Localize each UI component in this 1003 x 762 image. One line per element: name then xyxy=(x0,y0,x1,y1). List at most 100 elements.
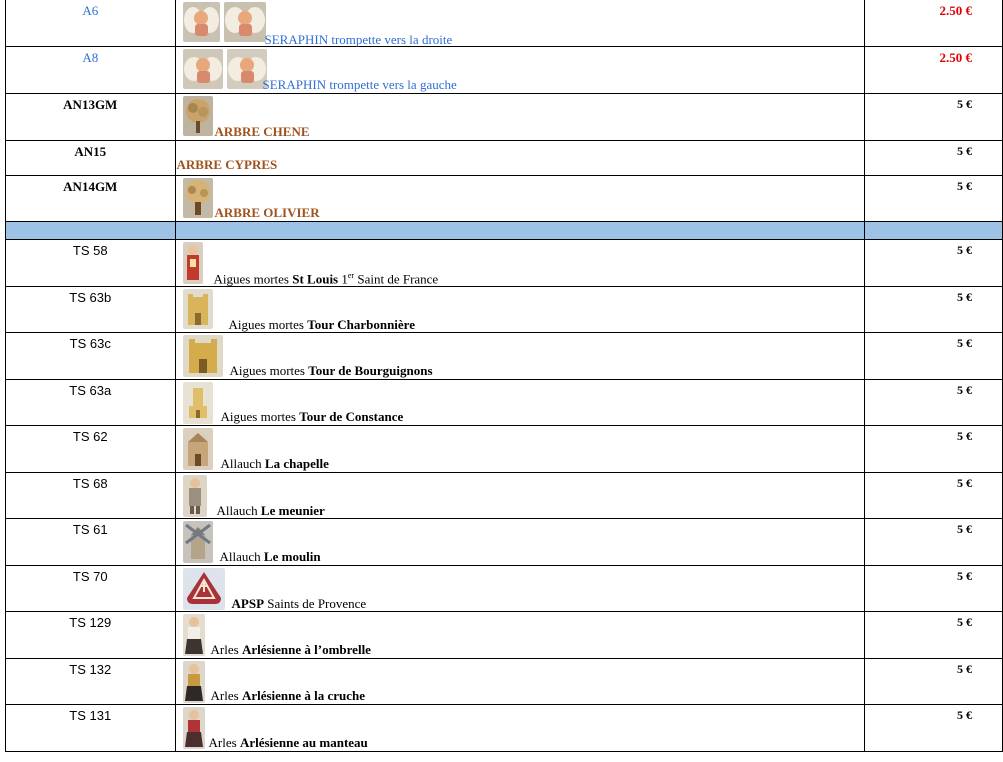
angel-thumbnail xyxy=(182,49,223,89)
product-thumbnails xyxy=(182,96,213,136)
product-thumbnails xyxy=(182,2,266,42)
product-title: Tour de Constance xyxy=(299,409,404,424)
product-place: APSP xyxy=(231,596,265,611)
separator-cell xyxy=(174,221,865,240)
product-place: Aigues mortes xyxy=(228,317,308,332)
product-name: Arles Arlésienne à la cruche xyxy=(211,688,366,704)
product-code: AN14GM xyxy=(5,175,176,222)
table-row: AN13GM ARBRE CHENE 5 € xyxy=(5,93,1003,141)
product-thumbnails xyxy=(182,335,223,377)
angel-thumbnail xyxy=(223,2,266,42)
chapel-thumbnail xyxy=(182,428,213,470)
product-title: Le moulin xyxy=(263,549,321,564)
table-row: AN15 ARBRE CYPRES 5 € xyxy=(5,140,1003,176)
product-description-cell: ARBRE OLIVIER xyxy=(174,175,865,222)
product-description-cell: Aigues mortes Tour de Constance xyxy=(174,379,865,426)
product-description-cell: Aigues mortes Tour de Bourguignons xyxy=(174,332,865,380)
product-name: Aigues mortes St Louis 1er Saint de Fran… xyxy=(214,271,439,287)
product-name: ARBRE OLIVIER xyxy=(214,205,320,220)
product-code: A6 xyxy=(5,0,176,47)
table-row: TS 63a Aigues mortes Tour de Constance 5… xyxy=(5,379,1003,426)
saint-louis-thumbnail xyxy=(182,242,203,284)
product-price: 5 € xyxy=(863,658,1003,705)
product-name: ARBRE CYPRES xyxy=(176,157,278,172)
product-thumbnails xyxy=(182,289,213,329)
miller-thumbnail xyxy=(182,475,207,517)
windmill-thumbnail xyxy=(182,521,213,563)
product-description-cell: ARBRE CHENE xyxy=(174,93,865,141)
product-name: SERAPHIN trompette vers la gauche xyxy=(262,77,457,92)
product-code: AN13GM xyxy=(5,93,176,141)
arlesienne-thumbnail xyxy=(182,614,205,656)
product-code: TS 129 xyxy=(5,611,176,659)
product-price: 5 € xyxy=(863,379,1003,426)
product-code: TS 70 xyxy=(5,565,176,612)
product-place: Arles xyxy=(210,688,242,703)
product-place: Arles xyxy=(210,642,242,657)
product-code: TS 63a xyxy=(5,379,176,426)
product-code: TS 63b xyxy=(5,286,176,333)
angel-thumbnail xyxy=(226,49,267,89)
product-name: Aigues mortes Tour de Constance xyxy=(221,409,404,425)
product-description-cell: Allauch La chapelle xyxy=(174,425,865,473)
product-price: 5 € xyxy=(863,140,1003,176)
product-description-cell: Arles Arlésienne à la cruche xyxy=(174,658,865,705)
product-code: TS 63c xyxy=(5,332,176,380)
product-title: Arlésienne à l’ombrelle xyxy=(241,642,371,657)
product-price: 5 € xyxy=(863,611,1003,659)
product-title: St Louis xyxy=(292,271,339,287)
table-row: TS 132 Arles Arlésienne à la cruche 5 € xyxy=(5,658,1003,705)
product-description-cell: Allauch Le meunier xyxy=(174,472,865,519)
table-row: TS 68 Allauch Le meunier 5 € xyxy=(5,472,1003,519)
product-description-cell: Arles Arlésienne à l’ombrelle xyxy=(174,611,865,659)
product-code: TS 132 xyxy=(5,658,176,705)
product-price: 2.50 € xyxy=(863,0,1003,47)
section-separator xyxy=(5,221,1003,240)
product-place: Arles xyxy=(208,735,240,750)
product-thumbnails xyxy=(182,242,203,284)
product-code: TS 58 xyxy=(5,239,176,287)
table-row: TS 129 Arles Arlésienne à l’ombrelle 5 € xyxy=(5,611,1003,659)
table-row: TS 62 Allauch La chapelle 5 € xyxy=(5,425,1003,473)
product-code: TS 62 xyxy=(5,425,176,473)
product-thumbnails xyxy=(182,568,225,610)
product-description-cell: SERAPHIN trompette vers la gauche xyxy=(174,46,865,94)
table-row: TS 63b Aigues mortes Tour Charbonnière 5… xyxy=(5,286,1003,333)
product-title: Le meunier xyxy=(260,503,325,518)
product-price: 5 € xyxy=(863,332,1003,380)
tower-thumbnail xyxy=(182,382,213,424)
product-price: 5 € xyxy=(863,518,1003,566)
product-table: A6 SERAPHIN trompette vers la droite 2.5… xyxy=(5,0,1003,752)
product-price: 5 € xyxy=(863,93,1003,141)
olive-tree-thumbnail xyxy=(182,178,213,218)
product-price: 5 € xyxy=(863,239,1003,287)
product-place: Allauch xyxy=(216,503,261,518)
product-name: Aigues mortes Tour de Bourguignons xyxy=(230,363,433,379)
product-place: Aigues mortes xyxy=(220,409,300,424)
product-place: Allauch xyxy=(219,549,264,564)
table-row: A8 SERAPHIN trompette vers la gauche 2.5… xyxy=(5,46,1003,94)
product-name: Arles Arlésienne au manteau xyxy=(209,735,368,751)
product-name: Aigues mortes Tour Charbonnière xyxy=(229,317,415,333)
product-subtitle: Saint de France xyxy=(354,271,439,287)
product-price: 5 € xyxy=(863,704,1003,752)
product-code: TS 68 xyxy=(5,472,176,519)
table-row: TS 63c Aigues mortes Tour de Bourguignon… xyxy=(5,332,1003,380)
product-price: 5 € xyxy=(863,565,1003,612)
product-title: Arlésienne au manteau xyxy=(239,735,368,750)
product-code: A8 xyxy=(5,46,176,94)
product-thumbnails xyxy=(182,614,205,656)
product-title: Tour de Bourguignons xyxy=(308,363,433,378)
table-row: TS 70 APSP Saints de Provence 5 € xyxy=(5,565,1003,612)
product-place: Allauch xyxy=(220,456,265,471)
product-code: TS 61 xyxy=(5,518,176,566)
product-thumbnails xyxy=(182,382,213,424)
product-code: TS 131 xyxy=(5,704,176,752)
product-thumbnails xyxy=(182,428,213,470)
product-title: Saints de Provence xyxy=(264,596,367,611)
tower-thumbnail xyxy=(182,335,223,377)
arlesienne-thumbnail xyxy=(182,661,205,703)
table-row: A6 SERAPHIN trompette vers la droite 2.5… xyxy=(5,0,1003,47)
table-row: AN14GM ARBRE OLIVIER 5 € xyxy=(5,175,1003,222)
product-description-cell: Aigues mortes St Louis 1er Saint de Fran… xyxy=(174,239,865,287)
